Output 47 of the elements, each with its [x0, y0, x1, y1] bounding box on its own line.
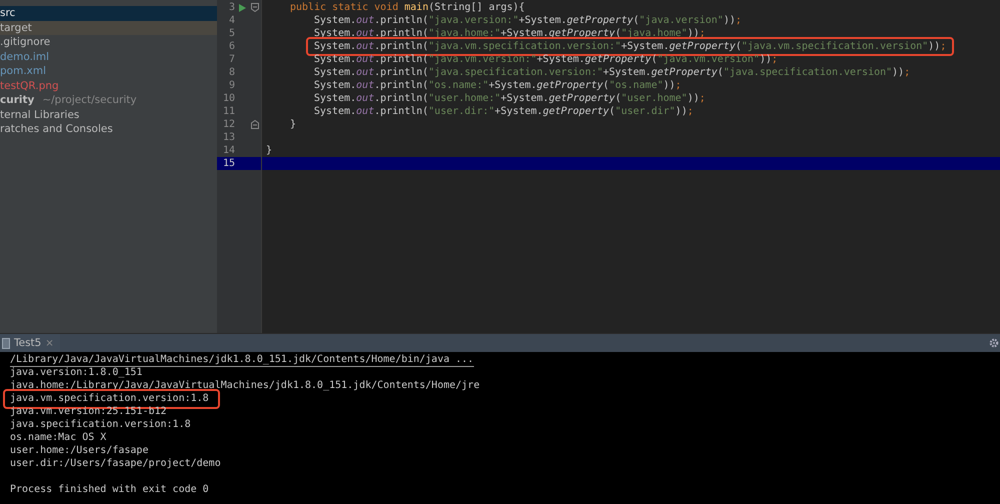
tree-item[interactable]: target: [0, 20, 217, 35]
fold-icon[interactable]: [251, 3, 259, 12]
line-number: 12: [222, 118, 235, 131]
console-icon: [2, 338, 10, 348]
line-number: 7: [228, 53, 235, 66]
line-number: 10: [222, 92, 235, 105]
line-number: 6: [228, 40, 235, 53]
line-number: 4: [228, 14, 235, 27]
tree-item[interactable]: src: [0, 6, 217, 20]
line-number: 5: [228, 27, 235, 40]
line-number: 8: [228, 66, 235, 79]
code-line: System.out.println("user.dir:"+System.getProperty("user.dir"));: [314, 106, 694, 117]
tree-item[interactable]: .gitignore: [0, 35, 217, 50]
code-line: System.out.println("java.vm.version:"+System.getProperty("java.vm.version"));: [314, 54, 778, 65]
code-line: System.out.println("user.home:"+System.getProperty("user.home"));: [314, 93, 706, 104]
console-line: java.vm.version:25.151-b12: [10, 406, 167, 418]
tree-item[interactable]: ratches and Consoles: [0, 122, 217, 136]
console-line: java.version:1.8.0_151: [10, 367, 142, 379]
console-line: /Library/Java/JavaVirtualMachines/jdk1.8.0_151.jdk/Contents/Home/bin/java ...: [10, 354, 474, 367]
line-number: 15: [222, 157, 235, 170]
code-line: }: [290, 119, 296, 130]
code-line: }: [266, 145, 272, 156]
settings-icon[interactable]: [989, 338, 999, 348]
run-icon[interactable]: [238, 4, 246, 12]
code-line: System.out.println("os.name:"+System.getProperty("os.name"));: [314, 80, 682, 91]
console-tab[interactable]: Test5 ×: [0, 334, 60, 352]
tree-item[interactable]: curity ~/project/security: [0, 93, 217, 108]
tree-item[interactable]: ternal Libraries: [0, 108, 217, 122]
code-line: public static void main(String[] args){: [290, 2, 525, 13]
console-line: java.home:/Library/Java/JavaVirtualMachines/jdk1.8.0_151.jdk/Contents/Home/jre: [10, 380, 480, 392]
line-number: 13: [222, 131, 235, 144]
tree-item[interactable]: demo.iml: [0, 50, 217, 64]
console-line: java.specification.version:1.8: [10, 419, 191, 431]
console-line: user.home:/Users/fasape: [10, 445, 148, 457]
line-number: 9: [228, 79, 235, 92]
line-number: 11: [222, 105, 235, 118]
line-number: 14: [222, 144, 235, 157]
tree-item[interactable]: pom.xml: [0, 64, 217, 78]
console-line: user.dir:/Users/fasape/project/demo: [10, 458, 221, 470]
code-line: System.out.println("java.version:"+System.getProperty("java.version"));: [314, 15, 742, 26]
tree-item[interactable]: testQR.png: [0, 78, 217, 93]
fold-icon[interactable]: [251, 120, 259, 129]
line-number: 3: [228, 1, 235, 14]
code-line: System.out.println("java.specification.version:"+System.getProperty("java.specification.version"));: [314, 67, 910, 78]
console-line: os.name:Mac OS X: [10, 432, 106, 444]
console-line: Process finished with exit code 0: [10, 484, 209, 496]
close-button[interactable]: ×: [45, 338, 54, 348]
